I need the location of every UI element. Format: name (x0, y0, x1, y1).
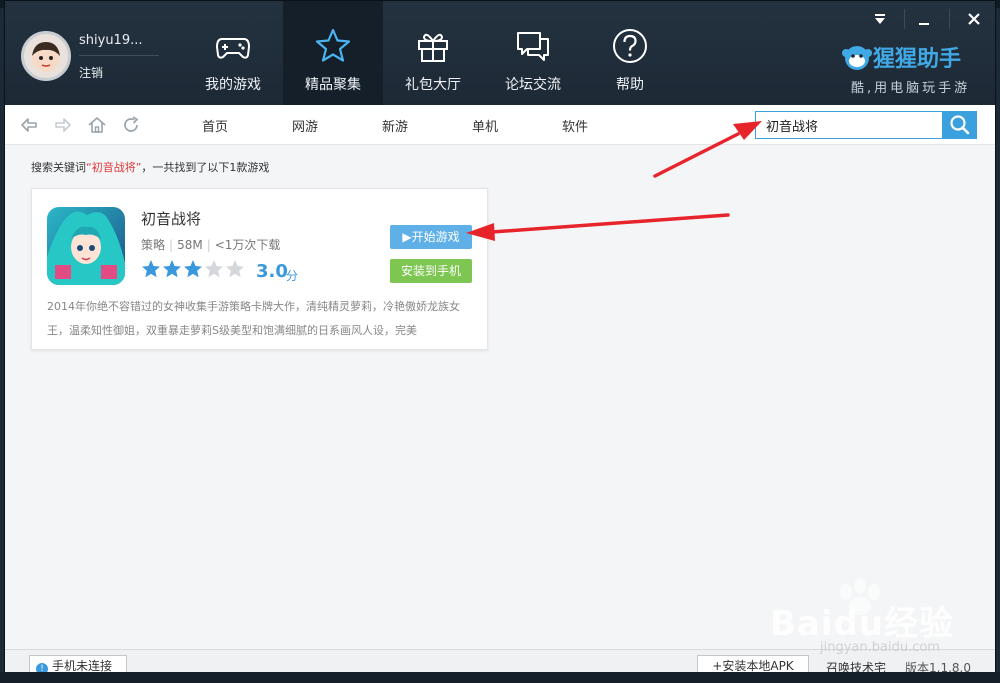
rating-score: 3.0 (256, 261, 288, 282)
star-icon (226, 260, 244, 278)
search-result-summary: 搜索关键词“初音战将”，一共找到了以下1款游戏 (31, 159, 269, 175)
nav-link-online-games[interactable]: 网游 (292, 116, 318, 135)
game-title[interactable]: 初音战将 (141, 208, 201, 229)
phone-status-label: 手机未连接 (52, 659, 113, 673)
back-arrow-icon[interactable] (19, 115, 39, 135)
plus-icon: + (712, 659, 723, 673)
install-to-phone-button[interactable]: 安装到手机 (390, 259, 472, 283)
tab-label: 礼包大厅 (405, 77, 461, 93)
watermark-text: Baidu经验 (770, 604, 955, 644)
divider: | (169, 238, 174, 252)
star-icon (184, 260, 202, 278)
game-meta: 策略 | 58M | <1万次下载 (141, 236, 280, 253)
help-icon (613, 29, 647, 63)
play-icon: ▶ (402, 230, 412, 244)
result-prefix: 搜索关键词 (31, 161, 86, 174)
desktop-background (0, 672, 1000, 683)
search-button[interactable] (942, 111, 977, 139)
username: shiyu19... (79, 33, 143, 48)
search-icon (950, 115, 970, 135)
divider (79, 55, 159, 56)
watermark-url: jingyan.baidu.com (820, 640, 940, 655)
close-icon[interactable] (959, 9, 989, 33)
home-icon[interactable] (87, 115, 107, 135)
result-keyword: “初音战将” (86, 161, 142, 174)
tab-label: 我的游戏 (205, 77, 261, 93)
game-downloads: <1万次下载 (214, 238, 281, 252)
start-game-label: 开始游戏 (411, 230, 460, 244)
tab-label: 帮助 (616, 77, 644, 93)
brand-name: 猩猩助手 (873, 47, 962, 72)
star-icon (315, 28, 351, 62)
game-card[interactable]: 初音战将 策略 | 58M | <1万次下载 3.0 分 ▶开始游戏 安装到手机 201… (31, 188, 488, 350)
divider: | (206, 238, 211, 252)
tab-gift-hall[interactable]: 礼包大厅 (383, 1, 483, 105)
minimize-icon[interactable] (909, 9, 939, 33)
nav-link-new-games[interactable]: 新游 (382, 116, 408, 135)
monkey-logo-icon (842, 46, 872, 70)
nav-link-home[interactable]: 首页 (202, 116, 228, 135)
search-input[interactable] (755, 111, 943, 139)
nav-link-single-player[interactable]: 单机 (472, 116, 498, 135)
minimize-to-tray-icon[interactable] (865, 9, 895, 33)
tab-help[interactable]: 帮助 (580, 1, 680, 105)
header-bar: shiyu19... 注销 我的游戏 精品聚集 礼包大厅 论坛交流 帮助 猩猩助… (5, 1, 995, 105)
star-icon (205, 260, 223, 278)
star-icon (163, 260, 181, 278)
game-category: 策略 (141, 238, 166, 252)
gamepad-icon (215, 38, 251, 59)
forward-arrow-icon[interactable] (53, 115, 73, 135)
nav-link-software[interactable]: 软件 (562, 116, 588, 135)
logout-link[interactable]: 注销 (79, 64, 103, 81)
chat-icon (517, 32, 549, 61)
star-icon (142, 260, 160, 278)
game-thumbnail[interactable] (47, 207, 125, 285)
toolbar: 首页 网游 新游 单机 软件 (5, 105, 995, 145)
divider (949, 9, 950, 29)
tab-label: 论坛交流 (505, 77, 561, 93)
star-rating (141, 259, 246, 283)
game-size: 58M (177, 238, 203, 252)
tab-label: 精品聚集 (305, 77, 361, 93)
avatar[interactable] (21, 31, 71, 81)
brand-slogan: 酷,用电脑玩手游 (851, 81, 971, 96)
gift-icon (418, 33, 448, 62)
game-description: 2014年你绝不容错过的女神收集手游策略卡牌大作，清纯精灵萝莉，冷艳傲娇龙族女王… (47, 300, 460, 337)
divider (904, 9, 905, 29)
tab-featured[interactable]: 精品聚集 (283, 1, 383, 105)
rating-unit: 分 (286, 269, 299, 283)
start-game-button[interactable]: ▶开始游戏 (390, 225, 472, 249)
tab-forum[interactable]: 论坛交流 (483, 1, 583, 105)
refresh-icon[interactable] (121, 115, 141, 135)
tab-my-games[interactable]: 我的游戏 (183, 1, 283, 105)
result-suffix: ，一共找到了以下1款游戏 (141, 161, 270, 174)
